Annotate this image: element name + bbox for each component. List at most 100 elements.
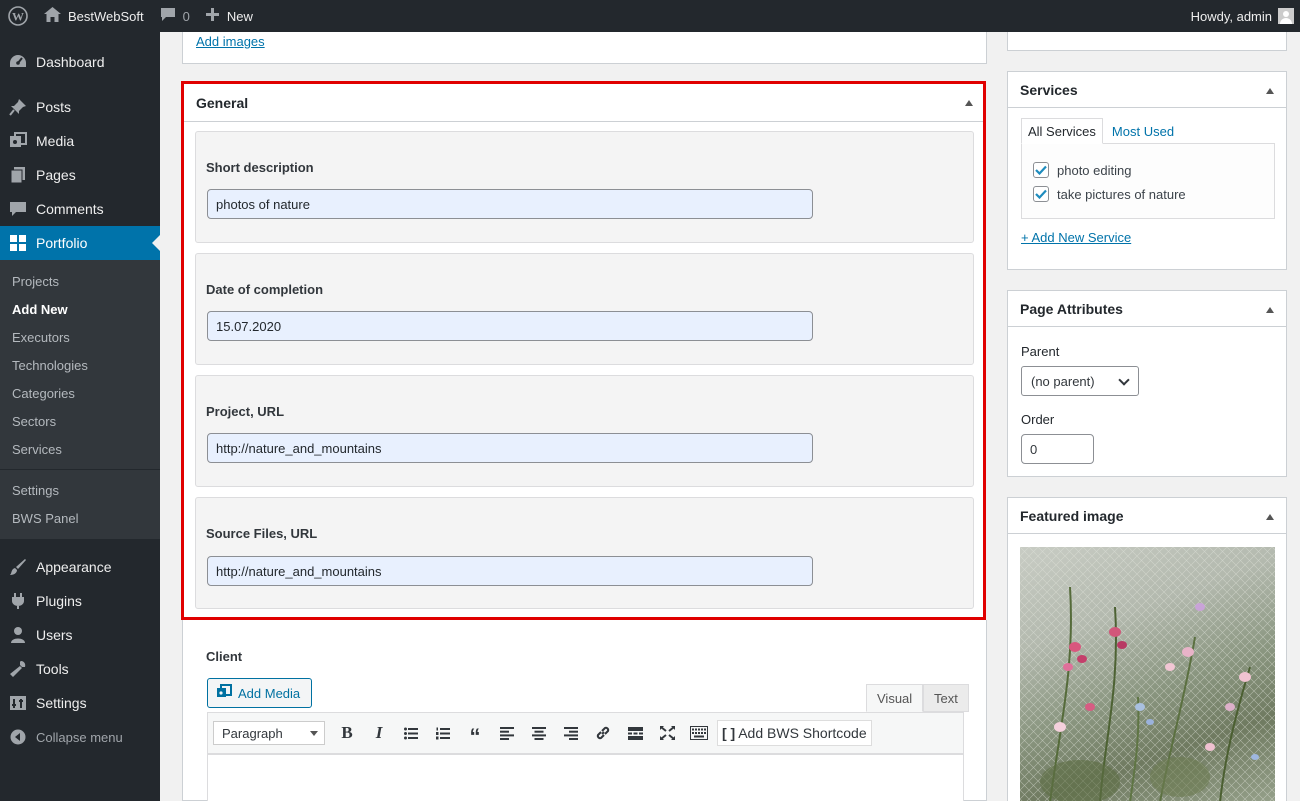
menu-settings[interactable]: Settings bbox=[0, 686, 160, 720]
link-icon[interactable] bbox=[587, 719, 619, 747]
plus-icon bbox=[205, 8, 219, 24]
field-label: Date of completion bbox=[206, 282, 324, 297]
service-item[interactable]: photo editing bbox=[1022, 158, 1274, 182]
order-label: Order bbox=[1021, 412, 1055, 427]
read-more-icon[interactable] bbox=[619, 719, 651, 747]
bullet-list-icon[interactable] bbox=[395, 719, 427, 747]
gallery-box: Add images bbox=[182, 32, 987, 64]
submenu-services[interactable]: Services bbox=[0, 435, 160, 463]
project-url-input[interactable] bbox=[207, 433, 813, 463]
menu-label: Posts bbox=[36, 99, 72, 115]
featured-image-thumbnail[interactable] bbox=[1020, 547, 1275, 801]
page-attributes-header[interactable]: Page Attributes bbox=[1008, 291, 1286, 327]
brush-icon bbox=[8, 557, 28, 577]
parent-value: (no parent) bbox=[1031, 373, 1095, 389]
bws-shortcode-label: Add BWS Shortcode bbox=[738, 725, 867, 741]
submenu-bws-panel[interactable]: BWS Panel bbox=[0, 504, 160, 532]
menu-label: Pages bbox=[36, 167, 76, 183]
menu-plugins[interactable]: Plugins bbox=[0, 584, 160, 618]
align-right-icon[interactable] bbox=[555, 719, 587, 747]
date-of-completion-input[interactable] bbox=[207, 311, 813, 341]
comment-icon bbox=[160, 7, 176, 25]
italic-icon[interactable]: I bbox=[363, 719, 395, 747]
comments-link[interactable]: 0 bbox=[152, 0, 198, 32]
keyboard-icon[interactable] bbox=[683, 719, 715, 747]
comments-count: 0 bbox=[182, 8, 190, 24]
short-description-input[interactable] bbox=[207, 189, 813, 219]
admin-sidebar: Dashboard Posts Media Pages Comments Por… bbox=[0, 32, 160, 801]
menu-posts[interactable]: Posts bbox=[0, 90, 160, 124]
checkbox-checked[interactable] bbox=[1033, 186, 1049, 202]
menu-tools[interactable]: Tools bbox=[0, 652, 160, 686]
format-select[interactable]: Paragraph bbox=[213, 721, 325, 745]
grid-icon bbox=[8, 233, 28, 253]
general-title: General bbox=[196, 94, 249, 111]
menu-media[interactable]: Media bbox=[0, 124, 160, 158]
site-name-link[interactable]: BestWebSoft bbox=[36, 0, 152, 32]
collapse-menu-button[interactable]: Collapse menu bbox=[0, 720, 160, 754]
tab-text[interactable]: Text bbox=[923, 684, 969, 712]
add-bws-shortcode-button[interactable]: [ ] Add BWS Shortcode bbox=[717, 720, 872, 746]
add-new-service-link[interactable]: + Add New Service bbox=[1021, 230, 1131, 245]
submenu-settings[interactable]: Settings bbox=[0, 476, 160, 504]
collapse-toggle-icon[interactable] bbox=[965, 100, 973, 106]
tab-visual[interactable]: Visual bbox=[866, 684, 924, 712]
field-label: Source Files, URL bbox=[206, 526, 318, 541]
services-title: Services bbox=[1020, 81, 1078, 98]
media-icon bbox=[8, 131, 28, 151]
menu-label: Comments bbox=[36, 201, 104, 217]
tab-most-used[interactable]: Most Used bbox=[1103, 118, 1180, 144]
checkbox-checked[interactable] bbox=[1033, 162, 1049, 178]
submenu-technologies[interactable]: Technologies bbox=[0, 351, 160, 379]
account-menu[interactable]: Howdy, admin bbox=[1183, 0, 1300, 32]
services-tabs: All Services Most Used bbox=[1021, 118, 1180, 144]
align-center-icon[interactable] bbox=[523, 719, 555, 747]
admin-bar: W BestWebSoft 0 New Howdy, admin bbox=[0, 0, 1300, 32]
menu-portfolio[interactable]: Portfolio bbox=[0, 226, 160, 260]
service-item[interactable]: take pictures of nature bbox=[1022, 182, 1274, 206]
services-header[interactable]: Services bbox=[1008, 72, 1286, 108]
add-images-link[interactable]: Add images bbox=[196, 34, 265, 49]
services-metabox: Services All Services Most Used photo ed… bbox=[1007, 71, 1287, 270]
home-icon bbox=[44, 7, 61, 25]
align-left-icon[interactable] bbox=[491, 719, 523, 747]
editor-content-area[interactable] bbox=[207, 754, 964, 801]
menu-users[interactable]: Users bbox=[0, 618, 160, 652]
submenu-sectors[interactable]: Sectors bbox=[0, 407, 160, 435]
new-label: New bbox=[226, 8, 253, 24]
collapse-arrow-icon bbox=[8, 727, 28, 747]
blockquote-icon[interactable]: “ bbox=[459, 719, 491, 749]
submenu-projects[interactable]: Projects bbox=[0, 267, 160, 295]
tab-all-services[interactable]: All Services bbox=[1021, 118, 1103, 144]
collapse-toggle-icon[interactable] bbox=[1266, 514, 1274, 520]
menu-label: Media bbox=[36, 133, 75, 149]
source-files-url-input[interactable] bbox=[207, 556, 813, 586]
menu-comments[interactable]: Comments bbox=[0, 192, 160, 226]
menu-pages[interactable]: Pages bbox=[0, 158, 160, 192]
flowers-photo-icon bbox=[1020, 547, 1275, 801]
menu-appearance[interactable]: Appearance bbox=[0, 550, 160, 584]
numbered-list-icon[interactable] bbox=[427, 719, 459, 747]
menu-label: Tools bbox=[36, 661, 69, 677]
submenu-add-new[interactable]: Add New bbox=[0, 295, 160, 323]
wordpress-logo-icon[interactable]: W bbox=[0, 0, 36, 32]
new-content-link[interactable]: New bbox=[198, 0, 261, 32]
parent-select[interactable]: (no parent) bbox=[1021, 366, 1139, 396]
client-label: Client bbox=[206, 649, 243, 664]
order-input[interactable] bbox=[1021, 434, 1094, 464]
collapse-toggle-icon[interactable] bbox=[1266, 88, 1274, 94]
bold-icon[interactable]: B bbox=[331, 719, 363, 747]
collapse-toggle-icon[interactable] bbox=[1266, 307, 1274, 313]
chevron-down-icon bbox=[1118, 374, 1130, 386]
fullscreen-icon[interactable] bbox=[651, 719, 683, 747]
site-name: BestWebSoft bbox=[68, 8, 144, 24]
add-media-button[interactable]: Add Media bbox=[207, 678, 312, 708]
client-metabox: Client Add Media Visual Text Paragraph B… bbox=[182, 620, 987, 801]
submenu-executors[interactable]: Executors bbox=[0, 323, 160, 351]
featured-image-header[interactable]: Featured image bbox=[1008, 498, 1286, 534]
submenu-categories[interactable]: Categories bbox=[0, 379, 160, 407]
featured-image-metabox: Featured image bbox=[1007, 497, 1287, 801]
menu-dashboard[interactable]: Dashboard bbox=[0, 45, 160, 79]
shortcode-bracket-icon: [ ] bbox=[722, 725, 736, 741]
general-header[interactable]: General bbox=[184, 84, 983, 122]
